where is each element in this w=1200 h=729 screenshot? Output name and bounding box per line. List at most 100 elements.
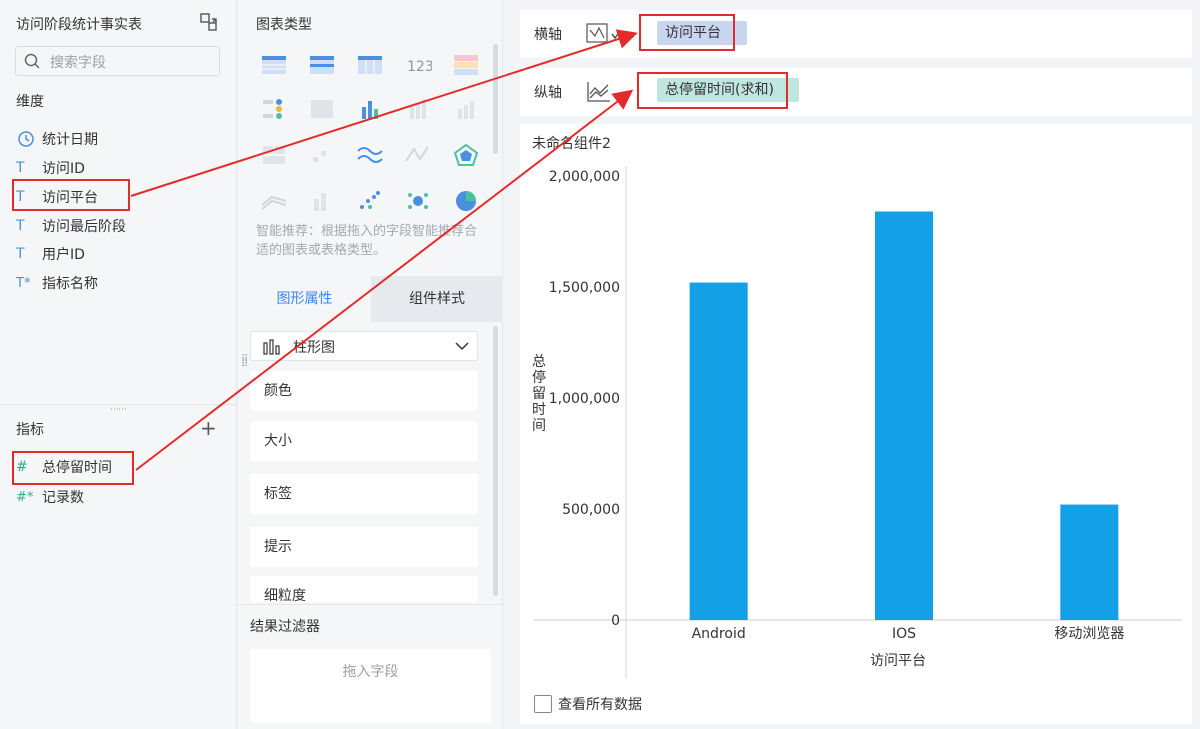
view-all-data-checkbox[interactable] (534, 695, 552, 713)
bar (689, 282, 748, 620)
area-chart-icon[interactable] (404, 143, 432, 167)
field-item-visit-id[interactable]: T 访问ID (16, 156, 85, 180)
metric-axis-icon[interactable] (586, 80, 612, 104)
line-chart-icon[interactable] (356, 143, 384, 167)
map-icon[interactable] (308, 97, 336, 121)
bubble-chart-icon[interactable] (404, 189, 432, 213)
view-all-data-label: 查看所有数据 (558, 697, 642, 713)
label-property[interactable]: 标签 (250, 474, 478, 514)
field-search-input[interactable]: 搜索字段 (15, 46, 220, 76)
field-label: 统计日期 (42, 132, 98, 148)
bar-chart: 0 500,000 1,000,000 1,500,000 2,000,000 Andro… (534, 166, 1182, 678)
size-property[interactable]: 大小 (250, 421, 478, 461)
chart-type-select[interactable]: 柱形图 (250, 331, 478, 361)
group-table-icon[interactable] (308, 53, 336, 77)
text-calc-type-icon: T* (16, 275, 31, 291)
dataset-title: 访问阶段统计事实表 (16, 17, 142, 33)
x-tick-label: 移动浏览器 (1054, 626, 1124, 642)
x-axis-field-pill[interactable]: 访问平台 (657, 21, 747, 45)
step-chart-icon[interactable] (308, 143, 336, 167)
y-tick-label: 1,000,000 (549, 391, 620, 407)
dimensions-header: 维度 (16, 94, 44, 110)
detail-table-icon[interactable] (452, 53, 480, 77)
y-axis-row: 纵轴 总停留时间(求和) (520, 68, 1192, 116)
y-tick-label: 2,000,000 (549, 169, 620, 185)
section-divider (238, 604, 503, 605)
add-metric-icon[interactable]: + (200, 416, 217, 440)
column-chart-icon[interactable] (452, 97, 480, 121)
text-type-icon: T (16, 160, 25, 176)
y-axis-field-pill[interactable]: 总停留时间(求和) (657, 78, 799, 102)
dimension-axis-icon[interactable] (586, 22, 620, 46)
heat-table-icon[interactable] (260, 143, 288, 167)
granularity-property[interactable]: 细粒度 (250, 576, 478, 602)
bar-chart-icon[interactable] (356, 97, 384, 121)
field-item-user-id[interactable]: T 用户ID (16, 242, 85, 266)
text-type-icon: T (16, 218, 25, 234)
number-calc-type-icon: #* (16, 489, 34, 505)
chart-config-panel: 图表类型 123 智能推荐：根据拖入的字段智能推荐合适的图表或表格类型。 图形属… (238, 0, 503, 729)
chart-type-value: 柱形图 (293, 340, 335, 356)
text-type-icon: T (16, 246, 25, 262)
tab-graph-properties[interactable]: 图形属性 (238, 276, 371, 322)
table-icon[interactable] (260, 53, 288, 77)
range-area-icon[interactable] (260, 189, 288, 213)
field-item-stat-date[interactable]: 统计日期 (16, 127, 98, 151)
switch-dataset-icon[interactable] (200, 13, 218, 31)
x-tick-label: Android (692, 626, 746, 642)
field-label: 访问平台 (42, 190, 98, 206)
filter-drop-zone[interactable]: 拖入字段 (250, 649, 491, 723)
text-type-icon: T (16, 189, 25, 205)
tooltip-property[interactable]: 提示 (250, 527, 478, 567)
waterfall-icon[interactable] (308, 189, 336, 213)
svg-text:123: 123 (407, 59, 432, 75)
y-axis-label: 纵轴 (534, 85, 562, 101)
field-label: 指标名称 (42, 276, 98, 292)
tab-component-style[interactable]: 组件样式 (371, 276, 503, 322)
field-item-metric-name[interactable]: T* 指标名称 (16, 271, 98, 295)
search-icon (24, 53, 40, 69)
field-item-total-stay-time[interactable]: # 总停留时间 (16, 455, 112, 479)
resize-handle[interactable]: ⋯⋯ (110, 405, 127, 415)
field-label: 用户ID (42, 247, 85, 263)
pie-chart-icon[interactable] (452, 189, 480, 213)
smart-recommend-hint: 智能推荐：根据拖入的字段智能推荐合适的图表或表格类型。 (256, 224, 478, 258)
chevron-down-icon (455, 342, 469, 351)
field-item-record-count[interactable]: #* 记录数 (16, 485, 84, 509)
color-property[interactable]: 颜色 (250, 371, 478, 411)
y-tick-label: 500,000 (562, 502, 620, 518)
column-chart-icon (263, 339, 280, 355)
property-tabs: 图形属性 组件样式 (238, 276, 503, 322)
field-label: 记录数 (42, 490, 84, 506)
stacked-bar-icon[interactable] (404, 97, 432, 121)
field-panel: 访问阶段统计事实表 搜索字段 维度 统计日期 T 访问ID T 访问平台 T 访… (0, 0, 237, 729)
clock-icon (18, 131, 34, 147)
field-item-last-stage[interactable]: T 访问最后阶段 (16, 214, 126, 238)
metrics-header: 指标 (16, 422, 44, 438)
cross-table-icon[interactable] (356, 53, 384, 77)
property-scrollbar[interactable] (493, 326, 498, 596)
x-axis-label: 横轴 (534, 27, 562, 43)
chart-type-header: 图表类型 (256, 17, 312, 33)
field-label: 访问ID (42, 161, 85, 177)
x-axis-row: 横轴 访问平台 (520, 10, 1192, 58)
drag-grip-icon[interactable]: ⠿ ⠿ (241, 355, 248, 370)
dot-list-icon[interactable] (260, 97, 288, 121)
radar-chart-icon[interactable] (452, 143, 480, 167)
kpi-number-icon[interactable]: 123 (404, 53, 432, 77)
chart-type-scrollbar[interactable] (493, 44, 498, 154)
field-label: 总停留时间 (42, 460, 112, 476)
chart-editor: 横轴 访问平台 纵轴 总停留时间(求和) 未命名组件2 总停留时间 0 500,0… (504, 0, 1200, 729)
x-tick-label: IOS (892, 626, 916, 642)
number-type-icon: # (16, 459, 28, 475)
field-item-visit-platform[interactable]: T 访问平台 (16, 185, 98, 209)
x-axis-title: 访问平台 (870, 653, 926, 669)
y-tick-label: 1,500,000 (549, 280, 620, 296)
scatter-chart-icon[interactable] (356, 189, 384, 213)
y-tick-label: 0 (611, 613, 620, 629)
field-label: 访问最后阶段 (42, 219, 126, 235)
bar (875, 211, 933, 620)
bar (1060, 504, 1119, 620)
result-filter-label: 结果过滤器 (250, 619, 320, 635)
search-placeholder: 搜索字段 (50, 55, 106, 71)
